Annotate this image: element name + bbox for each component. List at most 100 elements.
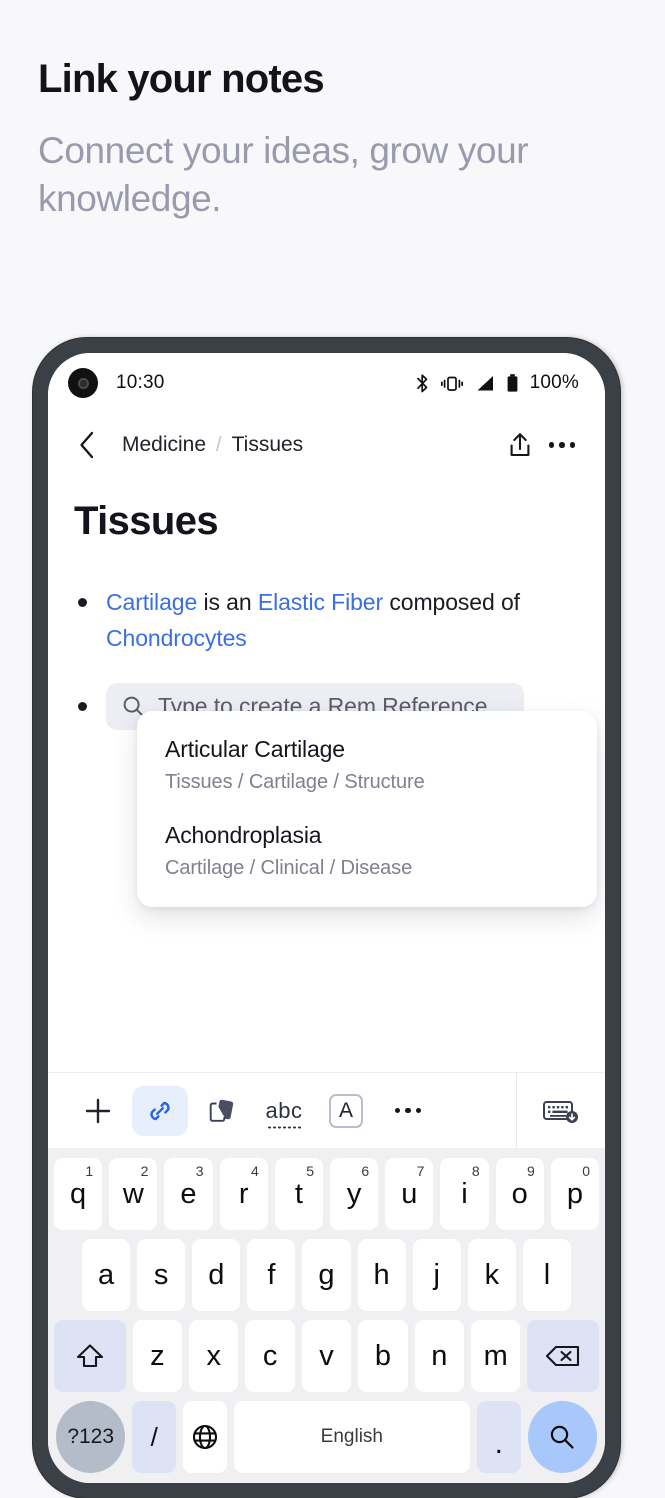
key-label: p (566, 1177, 583, 1210)
period-key[interactable]: . (476, 1401, 521, 1473)
key-sup: 1 (85, 1163, 94, 1179)
key-v[interactable]: v (301, 1320, 352, 1392)
key-b[interactable]: b (358, 1320, 408, 1392)
key-sup: 2 (140, 1163, 149, 1179)
link-icon (150, 1101, 170, 1120)
key-d[interactable]: d (192, 1239, 241, 1311)
key-label: i (461, 1177, 468, 1210)
key-p[interactable]: 0p (550, 1158, 600, 1230)
globe-icon (192, 1424, 217, 1450)
breadcrumb-item-tissues[interactable]: Tissues (232, 433, 304, 457)
key-label: o (511, 1177, 528, 1210)
key-q[interactable]: 1q (53, 1158, 103, 1230)
key-c[interactable]: c (245, 1320, 295, 1392)
signal-icon (477, 375, 493, 390)
vibrate-icon (440, 376, 463, 391)
keyboard-row-4: ?123 / English . (54, 1401, 599, 1473)
key-f[interactable]: f (247, 1239, 296, 1311)
keyboard-hide-icon (543, 1100, 578, 1123)
suggestion-item[interactable]: Achondroplasia Cartilage / Clinical / Di… (165, 822, 569, 880)
promo-title: Link your notes (38, 57, 325, 101)
key-y[interactable]: 6y (330, 1158, 379, 1230)
key-r[interactable]: 4r (219, 1158, 268, 1230)
key-n[interactable]: n (414, 1320, 464, 1392)
editor-toolbar: abc A (48, 1072, 605, 1148)
key-g[interactable]: g (302, 1239, 351, 1311)
more-horizontal-icon (394, 1107, 422, 1114)
key-a[interactable]: a (82, 1239, 131, 1311)
more-horizontal-icon (548, 442, 576, 448)
share-button[interactable] (499, 424, 541, 466)
key-m[interactable]: m (470, 1320, 521, 1392)
rem-link-elastic-fiber[interactable]: Elastic Fiber (258, 589, 383, 615)
symbols-key[interactable]: ?123 (56, 1401, 126, 1473)
format-button[interactable]: A (318, 1086, 374, 1136)
key-sup: 3 (195, 1163, 204, 1179)
suggestion-title: Achondroplasia (165, 822, 322, 848)
key-l[interactable]: l (522, 1239, 571, 1311)
cards-icon (209, 1099, 234, 1122)
key-sup: 7 (416, 1163, 425, 1179)
rem-link-cartilage[interactable]: Cartilage (106, 589, 197, 615)
search-enter-key[interactable] (527, 1401, 597, 1473)
key-o[interactable]: 9o (495, 1158, 544, 1230)
key-s[interactable]: s (137, 1239, 186, 1311)
space-key[interactable]: English (233, 1401, 470, 1473)
bluetooth-icon (416, 373, 427, 392)
key-label: t (294, 1177, 303, 1210)
key-label: w (122, 1177, 144, 1210)
keyboard-row-2: a s d f g h j k l (54, 1239, 599, 1311)
phone-frame: 10:30 100% Medicine / Tissues Tissues Ca… (33, 338, 620, 1498)
key-x[interactable]: x (189, 1320, 239, 1392)
link-button[interactable] (132, 1085, 188, 1136)
battery-percent: 100% (529, 372, 579, 393)
search-icon (551, 1425, 574, 1449)
abc-icon: abc (265, 1097, 303, 1129)
key-k[interactable]: k (467, 1239, 516, 1311)
keyboard-row-3: z x c v b n m (54, 1320, 599, 1392)
note-body: Tissues Cartilage is an Elastic Fiber co… (48, 477, 605, 1072)
key-t[interactable]: 5t (274, 1158, 323, 1230)
keyboard-row-1: 1q 2w 3e 4r 5t 6y 7u 8i 9o 0p (53, 1158, 600, 1230)
key-label: q (70, 1177, 87, 1210)
note-bullet-text[interactable]: Cartilage is an Elastic Fiber composed o… (106, 584, 579, 657)
key-u[interactable]: 7u (385, 1158, 434, 1230)
key-h[interactable]: h (357, 1239, 406, 1311)
key-sup: 8 (471, 1163, 480, 1179)
status-indicators: 100% (415, 372, 579, 394)
add-button[interactable] (70, 1086, 126, 1136)
key-sup: 9 (527, 1163, 535, 1179)
breadcrumb-separator: / (216, 434, 222, 456)
rem-link-chondrocytes[interactable]: Chondrocytes (106, 625, 247, 651)
suggestion-item[interactable]: Articular Cartilage Tissues / Cartilage … (165, 736, 569, 794)
language-key[interactable] (183, 1401, 227, 1473)
promo-subtitle: Connect your ideas, grow your knowledge. (38, 130, 529, 219)
back-button[interactable] (66, 424, 108, 466)
key-w[interactable]: 2w (109, 1158, 158, 1230)
abc-label: abc (265, 1097, 303, 1123)
flashcard-button[interactable] (194, 1086, 250, 1136)
shift-key[interactable] (54, 1320, 126, 1392)
key-label: e (180, 1177, 197, 1210)
reference-suggestion-dropdown: Articular Cartilage Tissues / Cartilage … (137, 711, 597, 907)
front-camera-icon (68, 368, 98, 398)
backspace-icon (546, 1345, 580, 1367)
bullet-point (78, 701, 87, 711)
spellcheck-button[interactable]: abc (256, 1086, 312, 1136)
key-i[interactable]: 8i (440, 1158, 489, 1230)
hide-keyboard-button[interactable] (517, 1096, 605, 1126)
note-bullet-row: Cartilage is an Elastic Fiber composed o… (74, 584, 579, 657)
suggestion-path: Cartilage / Clinical / Disease (165, 857, 413, 879)
toolbar-more-button[interactable] (380, 1086, 436, 1136)
more-options-button[interactable] (541, 424, 583, 466)
breadcrumb-item-medicine[interactable]: Medicine (122, 433, 206, 457)
key-e[interactable]: 3e (164, 1158, 213, 1230)
key-sup: 0 (582, 1163, 591, 1179)
key-j[interactable]: j (412, 1239, 461, 1311)
slash-key[interactable]: / (132, 1401, 177, 1473)
key-z[interactable]: z (132, 1320, 183, 1392)
shift-icon (76, 1344, 103, 1368)
key-sup: 4 (251, 1163, 259, 1179)
share-icon (510, 433, 530, 457)
backspace-key[interactable] (527, 1320, 599, 1392)
